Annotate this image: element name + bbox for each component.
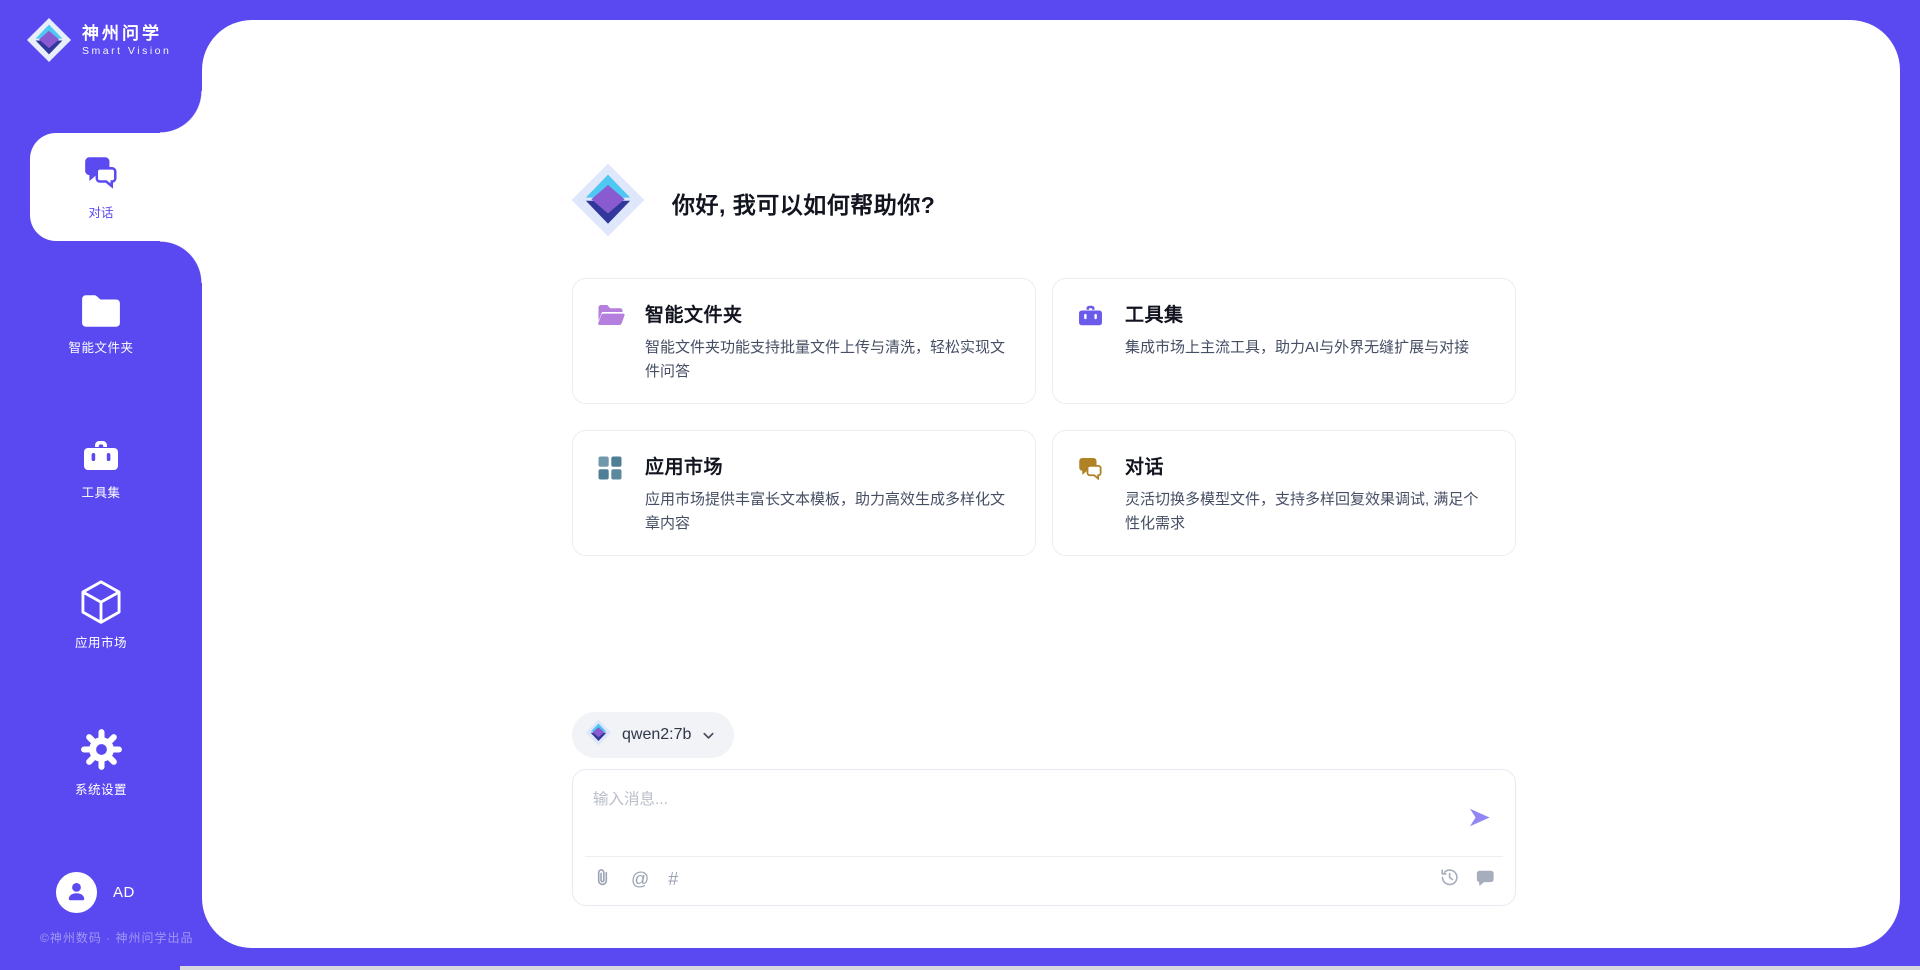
model-name: qwen2:7b	[622, 726, 691, 744]
sidebar-item-label: 工具集	[81, 482, 120, 501]
composer-divider	[585, 856, 1503, 857]
user-initials: AD	[113, 884, 135, 901]
cube-icon	[78, 578, 124, 624]
folder-open-icon	[597, 303, 625, 403]
composer: @ #	[572, 769, 1516, 906]
mention-icon: @	[631, 870, 649, 888]
chat-bubbles-icon	[1077, 455, 1105, 555]
card-title: 对话	[1125, 452, 1493, 479]
bottom-scrollbar-strip	[180, 966, 1920, 970]
hash-button[interactable]: #	[668, 870, 678, 888]
greeting: 你好, 我可以如何帮助你?	[570, 162, 935, 243]
person-icon	[64, 878, 89, 908]
card-description: 应用市场提供丰富长文本模板，助力高效生成多样化文章内容	[645, 488, 1013, 537]
hash-icon: #	[668, 870, 678, 888]
paperclip-icon	[593, 867, 612, 891]
sidebar-item-chat[interactable]: 对话	[30, 133, 206, 241]
sidebar-item-label: 应用市场	[75, 632, 127, 651]
brand-subtitle: Smart Vision	[82, 45, 171, 57]
feature-cards: 智能文件夹 智能文件夹功能支持批量文件上传与清洗，轻松实现文件问答 工具集 集成…	[572, 278, 1516, 556]
sidebar-item-toolset[interactable]: 工具集	[0, 437, 202, 501]
composer-toolbar: @ #	[593, 867, 1495, 891]
card-title: 应用市场	[645, 452, 1013, 479]
card-description: 智能文件夹功能支持批量文件上传与清洗，轻松实现文件问答	[645, 336, 1013, 385]
history-icon	[1439, 867, 1460, 891]
chevron-down-icon	[701, 728, 716, 743]
send-button[interactable]	[1465, 804, 1493, 832]
tab-fillet-bottom	[160, 241, 202, 283]
user-avatar	[56, 872, 97, 913]
briefcase-icon	[1077, 303, 1105, 403]
sidebar-item-smart-folder[interactable]: 智能文件夹	[0, 293, 202, 356]
model-selector[interactable]: qwen2:7b	[572, 712, 734, 758]
sidebar-item-label: 对话	[88, 202, 113, 221]
brand-logo-icon	[26, 17, 72, 63]
card-title: 工具集	[1125, 300, 1469, 327]
tab-fillet-top	[160, 91, 202, 133]
feature-card-app-market[interactable]: 应用市场 应用市场提供丰富长文本模板，助力高效生成多样化文章内容	[572, 430, 1036, 556]
sidebar-item-app-market[interactable]: 应用市场	[0, 578, 202, 651]
copyright: ©神州数码 · 神州问学出品	[40, 929, 194, 946]
message-square-icon	[1475, 868, 1495, 891]
card-description: 灵活切换多模型文件，支持多样回复效果调试, 满足个性化需求	[1125, 488, 1493, 537]
attach-button[interactable]	[593, 867, 612, 891]
gear-icon	[80, 728, 123, 771]
brand-title: 神州问学	[82, 23, 171, 44]
sidebar-item-label: 智能文件夹	[68, 337, 133, 356]
sidebar-item-label: 系统设置	[75, 779, 127, 798]
send-icon	[1466, 819, 1493, 834]
quote-message-button[interactable]	[1475, 868, 1495, 891]
brand[interactable]: 神州问学 Smart Vision	[26, 17, 171, 63]
main-panel: 你好, 我可以如何帮助你? 智能文件夹 智能文件夹功能支持批量文件上传与清洗，轻…	[202, 20, 1900, 948]
chat-bubbles-icon	[82, 153, 120, 196]
history-button[interactable]	[1439, 867, 1460, 891]
grid-icon	[597, 455, 625, 555]
greeting-logo-icon	[570, 162, 646, 243]
card-description: 集成市场上主流工具，助力AI与外界无缝扩展与对接	[1125, 336, 1469, 360]
model-diamond-icon	[585, 719, 612, 751]
feature-card-chat[interactable]: 对话 灵活切换多模型文件，支持多样回复效果调试, 满足个性化需求	[1052, 430, 1516, 556]
toolbox-icon	[81, 437, 121, 474]
message-input[interactable]	[573, 770, 1515, 854]
feature-card-smart-folder[interactable]: 智能文件夹 智能文件夹功能支持批量文件上传与清洗，轻松实现文件问答	[572, 278, 1036, 404]
user-row[interactable]: AD	[56, 872, 135, 913]
card-title: 智能文件夹	[645, 300, 1013, 327]
mention-button[interactable]: @	[631, 870, 649, 888]
feature-card-toolset[interactable]: 工具集 集成市场上主流工具，助力AI与外界无缝扩展与对接	[1052, 278, 1516, 404]
sidebar-item-settings[interactable]: 系统设置	[0, 728, 202, 798]
folder-icon	[80, 293, 122, 329]
app-window: 你好, 我可以如何帮助你? 智能文件夹 智能文件夹功能支持批量文件上传与清洗，轻…	[0, 0, 1920, 970]
greeting-title: 你好, 我可以如何帮助你?	[672, 186, 935, 220]
